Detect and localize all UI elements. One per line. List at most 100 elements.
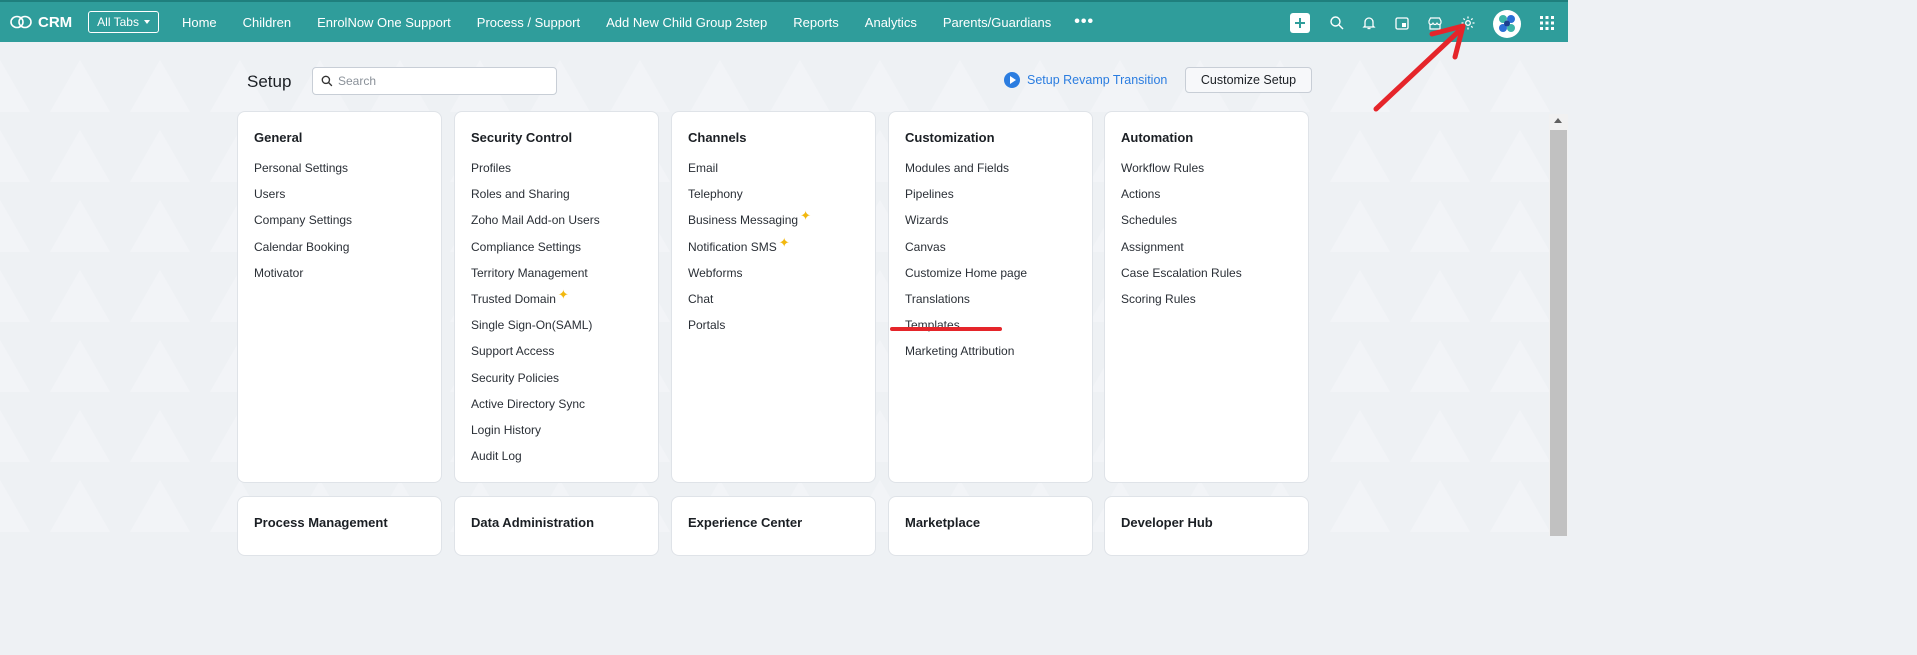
setup-link-modules-and-fields[interactable]: Modules and Fields (905, 155, 1076, 181)
sparkle-icon: ✦ (800, 208, 811, 224)
card-experience-center: Experience Center (671, 496, 876, 556)
card-title: Process Management (254, 515, 388, 530)
setup-link-pipelines[interactable]: Pipelines (905, 181, 1076, 207)
link-label: Business Messaging (688, 213, 799, 228)
crm-logo-icon (10, 15, 32, 29)
card-process-management: Process Management (237, 496, 442, 556)
all-tabs-label: All Tabs (97, 15, 139, 29)
card-channels: Channels Email Telephony Business Messag… (671, 111, 876, 483)
avatar-image (1499, 15, 1515, 32)
app-name: CRM (38, 13, 73, 31)
red-underline-annotation (890, 327, 1002, 331)
setup-link-schedules[interactable]: Schedules (1121, 207, 1292, 233)
card-title: General (254, 130, 303, 145)
page-title: Setup (247, 72, 292, 91)
play-icon (1004, 72, 1020, 88)
link-label: Trusted Domain (471, 292, 556, 307)
sparkle-icon: ✦ (778, 234, 790, 250)
card-title: Channels (688, 130, 747, 145)
sparkle-icon: ✦ (557, 287, 569, 303)
caret-down-icon (143, 20, 150, 24)
setup-link-motivator[interactable]: Motivator (254, 260, 425, 286)
apps-grid-icon[interactable] (1539, 15, 1555, 31)
card-title: Experience Center (688, 515, 803, 530)
card-customization: Customization Modules and Fields Pipelin… (888, 111, 1093, 483)
tab-reports[interactable]: Reports (780, 15, 852, 30)
scroll-up-arrow-icon[interactable] (1554, 118, 1562, 123)
card-marketplace: Marketplace (888, 496, 1093, 556)
setup-link-login-history[interactable]: Login History (471, 417, 642, 443)
setup-link-company-settings[interactable]: Company Settings (254, 207, 425, 233)
card-automation: Automation Workflow Rules Actions Schedu… (1104, 111, 1309, 483)
setup-link-case-escalation-rules[interactable]: Case Escalation Rules (1121, 260, 1292, 286)
search-icon[interactable] (1329, 15, 1345, 31)
setup-link-templates[interactable]: Templates (905, 312, 1076, 338)
setup-search-box[interactable] (312, 67, 557, 95)
vertical-scrollbar[interactable] (1549, 114, 1568, 536)
plus-icon (1295, 18, 1305, 28)
setup-link-active-directory-sync[interactable]: Active Directory Sync (471, 391, 642, 417)
setup-link-translations[interactable]: Translations (905, 286, 1076, 312)
setup-link-chat[interactable]: Chat (688, 286, 859, 312)
setup-link-calendar-booking[interactable]: Calendar Booking (254, 234, 425, 260)
search-input[interactable] (338, 74, 538, 88)
setup-link-personal-settings[interactable]: Personal Settings (254, 155, 425, 181)
setup-link-security-policies[interactable]: Security Policies (471, 365, 642, 391)
setup-link-trusted-domain[interactable]: Trusted Domain ✦ (471, 286, 642, 312)
card-developer-hub: Developer Hub (1104, 496, 1309, 556)
tab-parents-guardians[interactable]: Parents/Guardians (930, 15, 1064, 30)
setup-link-scoring-rules[interactable]: Scoring Rules (1121, 286, 1292, 312)
scroll-thumb[interactable] (1550, 130, 1567, 536)
module-tabs: Home Children EnrolNow One Support Proce… (169, 13, 1104, 31)
setup-link-workflow-rules[interactable]: Workflow Rules (1121, 155, 1292, 181)
card-general: General Personal Settings Users Company … (237, 111, 442, 483)
setup-link-roles-and-sharing[interactable]: Roles and Sharing (471, 181, 642, 207)
card-title: Data Administration (471, 515, 595, 530)
setup-link-support-access[interactable]: Support Access (471, 338, 642, 364)
search-icon (321, 75, 333, 87)
card-title: Marketplace (905, 515, 981, 530)
link-label: Notification SMS (688, 239, 777, 254)
setup-link-assignment[interactable]: Assignment (1121, 234, 1292, 260)
avatar[interactable] (1493, 10, 1521, 38)
setup-link-customize-home-page[interactable]: Customize Home page (905, 260, 1076, 286)
card-title: Developer Hub (1121, 515, 1213, 530)
tab-enrolnow-one-support[interactable]: EnrolNow One Support (304, 15, 464, 30)
setup-link-territory-management[interactable]: Territory Management (471, 260, 642, 286)
setup-link-compliance-settings[interactable]: Compliance Settings (471, 234, 642, 260)
setup-link-notification-sms[interactable]: Notification SMS ✦ (688, 234, 859, 260)
card-title: Automation (1121, 130, 1194, 145)
crm-logo[interactable]: CRM (10, 14, 72, 31)
tab-children[interactable]: Children (230, 15, 304, 30)
setup-link-wizards[interactable]: Wizards (905, 207, 1076, 233)
setup-link-single-sign-on[interactable]: Single Sign-On(SAML) (471, 312, 642, 338)
setup-link-canvas[interactable]: Canvas (905, 234, 1076, 260)
setup-link-audit-log[interactable]: Audit Log (471, 443, 642, 469)
tab-process-support[interactable]: Process / Support (464, 15, 593, 30)
setup-link-zoho-mail-add-on-users[interactable]: Zoho Mail Add-on Users (471, 207, 642, 233)
setup-link-profiles[interactable]: Profiles (471, 155, 642, 181)
setup-link-telephony[interactable]: Telephony (688, 181, 859, 207)
revamp-label: Setup Revamp Transition (1027, 73, 1168, 87)
setup-link-actions[interactable]: Actions (1121, 181, 1292, 207)
red-arrow-annotation (1373, 23, 1466, 112)
setup-link-business-messaging[interactable]: Business Messaging ✦ (688, 207, 859, 233)
tab-add-new-child-group[interactable]: Add New Child Group 2step (593, 15, 780, 30)
setup-link-portals[interactable]: Portals (688, 312, 859, 338)
tab-home[interactable]: Home (169, 15, 230, 30)
card-title: Customization (905, 130, 995, 145)
create-new-button[interactable] (1290, 13, 1310, 33)
setup-link-users[interactable]: Users (254, 181, 425, 207)
all-tabs-dropdown[interactable]: All Tabs (88, 11, 159, 33)
customize-setup-button[interactable]: Customize Setup (1185, 67, 1312, 93)
setup-link-webforms[interactable]: Webforms (688, 260, 859, 286)
card-data-administration: Data Administration (454, 496, 659, 556)
tab-analytics[interactable]: Analytics (852, 15, 930, 30)
setup-link-marketing-attribution[interactable]: Marketing Attribution (905, 338, 1076, 364)
top-navigation-bar: CRM All Tabs Home Children EnrolNow One … (0, 0, 1568, 42)
setup-link-email[interactable]: Email (688, 155, 859, 181)
card-title: Security Control (471, 130, 573, 145)
setup-revamp-transition-link[interactable]: Setup Revamp Transition (1004, 72, 1167, 88)
more-tabs-icon[interactable]: ••• (1064, 13, 1104, 31)
card-security-control: Security Control Profiles Roles and Shar… (454, 111, 659, 483)
